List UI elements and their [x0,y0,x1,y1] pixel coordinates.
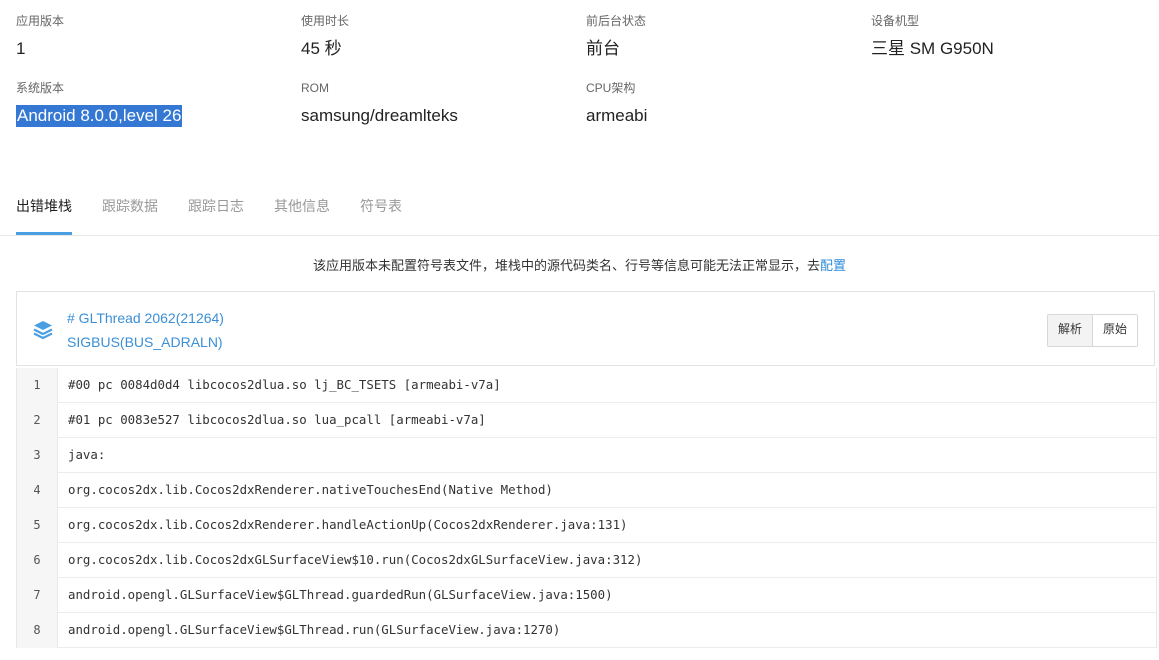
view-mode-toggle: 解析 原始 [1046,314,1138,347]
raw-button[interactable]: 原始 [1091,315,1137,346]
symbol-notice: 该应用版本未配置符号表文件，堆栈中的源代码类名、行号等信息可能无法正常显示，去配… [0,258,1159,274]
configure-link[interactable]: 配置 [820,258,846,273]
parse-button[interactable]: 解析 [1047,315,1092,346]
selected-os-version-text[interactable]: Android 8.0.0,level 26 [16,105,183,127]
thread-header-card: # GLThread 2062(21264) SIGBUS(BUS_ADRALN… [16,291,1155,366]
info-value: samsung/dreamlteks [301,106,458,125]
tab-trace-data[interactable]: 跟踪数据 [102,186,158,234]
tab-other-info[interactable]: 其他信息 [274,186,330,234]
info-label: 前后台状态 [586,14,647,28]
info-value: 45 秒 [301,39,342,58]
info-label: 设备机型 [871,14,920,28]
tab-trace-log[interactable]: 跟踪日志 [188,186,244,234]
stack-frame-text: android.opengl.GLSurfaceView$GLThread.ru… [68,622,561,637]
line-number: 8 [17,613,58,648]
info-usage-duration: 使用时长 45 秒 [301,14,581,60]
line-number: 2 [17,403,58,438]
stack-frame-text: #00 pc 0084d0d4 libcocos2dlua.so lj_BC_T… [68,377,501,392]
stack-row: 5 org.cocos2dx.lib.Cocos2dxRenderer.handl… [17,508,1156,543]
notice-text: 该应用版本未配置符号表文件，堆栈中的源代码类名、行号等信息可能无法正常显示，去 [312,258,820,273]
line-number: 3 [17,438,58,473]
stack-frame-text: android.opengl.GLSurfaceView$GLThread.gu… [68,587,613,602]
tab-error-stack[interactable]: 出错堆栈 [16,186,72,235]
line-number: 5 [17,508,58,543]
stack-frame-text: org.cocos2dx.lib.Cocos2dxGLSurfaceView$1… [68,552,643,567]
stack-frame-text: org.cocos2dx.lib.Cocos2dxRenderer.native… [68,482,553,497]
stack-frame-text: #01 pc 0083e527 libcocos2dlua.so lua_pca… [68,412,486,427]
detail-tabs: 出错堆栈 跟踪数据 跟踪日志 其他信息 符号表 [16,186,1159,236]
stack-frame-text: java: [68,447,106,462]
info-value: 1 [16,39,26,58]
stack-row: 4 org.cocos2dx.lib.Cocos2dxRenderer.nativ… [17,473,1156,508]
info-label: 应用版本 [16,14,65,28]
stack-row: 2 #01 pc 0083e527 libcocos2dlua.so lua_pc… [17,403,1156,438]
layers-icon [33,321,53,340]
thread-title: # GLThread 2062(21264) [67,310,224,326]
info-value: 三星 SM G950N [871,39,994,58]
stack-row: 1 #00 pc 0084d0d4 libcocos2dlua.so lj_BC_… [17,368,1156,403]
stack-row: 6 org.cocos2dx.lib.Cocos2dxGLSurfaceView$… [17,543,1156,578]
info-label: ROM [301,81,329,95]
info-value: 前台 [586,39,620,58]
info-label: 使用时长 [301,14,350,28]
line-number: 4 [17,473,58,508]
line-number: 6 [17,543,58,578]
thread-signal: SIGBUS(BUS_ADRALN) [67,334,223,350]
info-os-version: 系统版本 Android 8.0.0,level 26 [16,81,296,127]
stack-row: 3 java: [17,438,1156,473]
line-number: 1 [17,368,58,403]
info-value: armeabi [586,106,648,125]
stack-row: 7 android.opengl.GLSurfaceView$GLThread.g… [17,578,1156,613]
line-number: 7 [17,578,58,613]
info-app-version: 应用版本 1 [16,14,296,60]
info-rom: ROM samsung/dreamlteks [301,81,581,127]
tabs-divider [0,235,1159,236]
info-cpu-arch: CPU架构 armeabi [586,81,866,127]
tab-symbol-table[interactable]: 符号表 [360,186,402,234]
info-device-model: 设备机型 三星 SM G950N [871,14,1151,60]
info-value[interactable]: Android 8.0.0,level 26 [16,105,296,127]
info-foreground-state: 前后台状态 前台 [586,14,866,60]
stack-row: 8 android.opengl.GLSurfaceView$GLThread.r… [17,613,1156,648]
stack-trace-list: 1 #00 pc 0084d0d4 libcocos2dlua.so lj_BC_… [16,368,1157,648]
info-label: 系统版本 [16,81,65,95]
info-label: CPU架构 [586,81,636,95]
stack-frame-text: org.cocos2dx.lib.Cocos2dxRenderer.handle… [68,517,628,532]
